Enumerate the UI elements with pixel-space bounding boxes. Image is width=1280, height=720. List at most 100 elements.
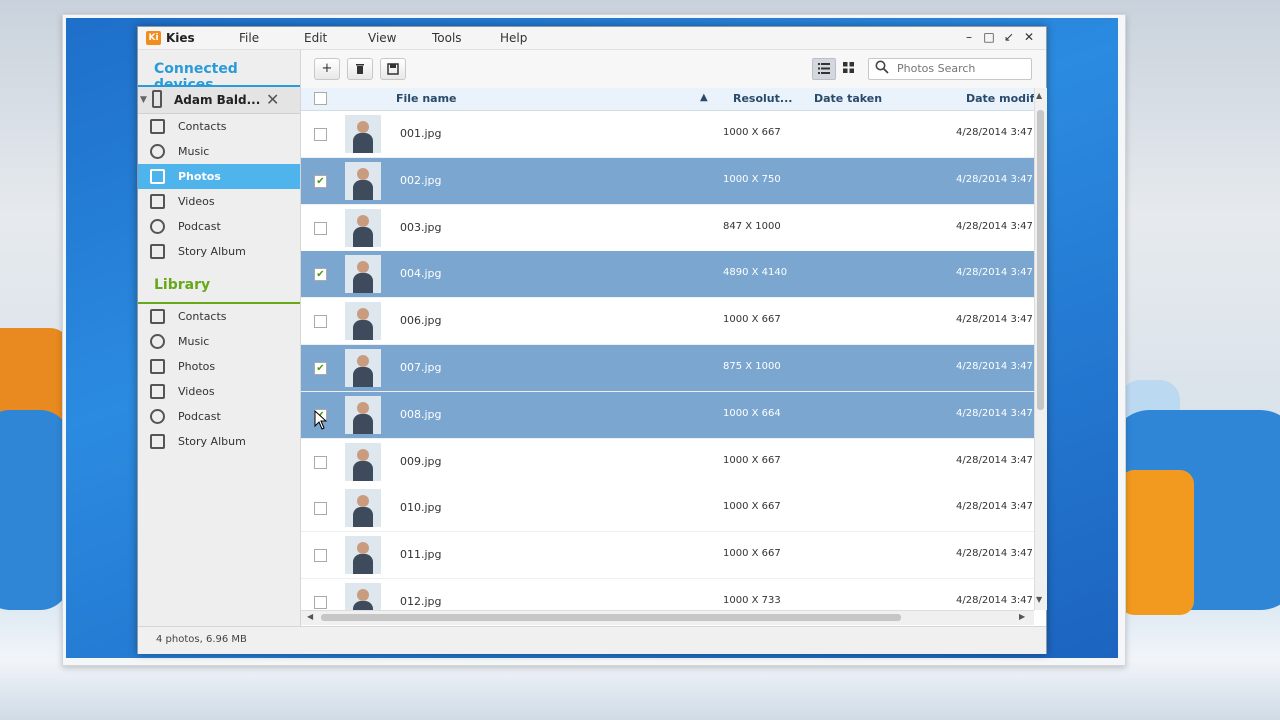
sidebar-item-library-contacts[interactable]: Contacts bbox=[138, 304, 300, 329]
photo-thumbnail[interactable] bbox=[345, 255, 381, 294]
sidebar-item-device-story-album[interactable]: Story Album bbox=[138, 239, 300, 264]
sidebar-item-device-photos[interactable]: Photos bbox=[138, 164, 300, 189]
sidebar-item-label: Contacts bbox=[178, 310, 227, 323]
podcast-icon bbox=[150, 219, 165, 234]
save-to-pc-button[interactable] bbox=[380, 58, 406, 80]
kies-logo-icon: Ki bbox=[146, 31, 161, 45]
grid-view-button[interactable] bbox=[837, 58, 859, 78]
add-button[interactable]: + bbox=[314, 58, 340, 80]
row-checkbox[interactable] bbox=[314, 549, 327, 563]
row-checkbox[interactable] bbox=[314, 128, 327, 141]
table-row[interactable]: ✔ 002.jpg 1000 X 750 4/28/2014 3:47: bbox=[301, 157, 1034, 205]
row-checkbox[interactable]: ✔ bbox=[314, 362, 327, 375]
sidebar-item-device-music[interactable]: Music bbox=[138, 139, 300, 164]
mouse-cursor-icon bbox=[314, 410, 328, 430]
table-row[interactable]: 006.jpg 1000 X 667 4/28/2014 3:47: bbox=[301, 298, 1034, 346]
mini-mode-icon[interactable]: ↙ bbox=[1001, 30, 1017, 44]
table-row[interactable]: 010.jpg 1000 X 667 4/28/2014 3:47: bbox=[301, 485, 1034, 533]
resolution-cell: 1000 X 667 bbox=[723, 454, 781, 466]
grid-view-icon bbox=[842, 62, 854, 73]
scroll-up-icon[interactable]: ▲ bbox=[1036, 91, 1042, 100]
table-row[interactable]: ✔ 008.jpg 1000 X 664 4/28/2014 3:47: bbox=[301, 391, 1034, 439]
row-checkbox[interactable]: ✔ bbox=[314, 174, 327, 188]
device-name: Adam Bald... bbox=[174, 93, 261, 107]
date-modified-cell: 4/28/2014 3:47: bbox=[956, 314, 1034, 326]
title-bar: Ki Kies File Edit View Tools Help – □ ↙ … bbox=[138, 27, 1046, 50]
menu-edit[interactable]: Edit bbox=[304, 31, 327, 45]
table-row[interactable]: 011.jpg 1000 X 667 4/28/2014 3:47: bbox=[301, 532, 1034, 580]
close-icon[interactable]: ✕ bbox=[1021, 30, 1037, 44]
table-row[interactable]: 001.jpg 1000 X 667 4/28/2014 3:47: bbox=[301, 111, 1034, 158]
photo-thumbnail[interactable] bbox=[345, 442, 381, 481]
menu-tools[interactable]: Tools bbox=[432, 31, 462, 45]
file-name-cell: 007.jpg bbox=[400, 361, 442, 374]
file-name-cell: 010.jpg bbox=[400, 501, 442, 515]
sidebar-item-label: Music bbox=[178, 335, 210, 348]
row-checkbox[interactable] bbox=[314, 221, 327, 235]
column-header-resolution[interactable]: Resolut... bbox=[733, 92, 792, 105]
scroll-right-icon[interactable]: ▶ bbox=[1019, 612, 1025, 621]
photo-thumbnail[interactable] bbox=[345, 489, 381, 528]
story-album-icon bbox=[150, 434, 165, 449]
menu-view[interactable]: View bbox=[368, 31, 396, 45]
scroll-left-icon[interactable]: ◀ bbox=[307, 612, 313, 621]
table-row[interactable]: 009.jpg 1000 X 667 4/28/2014 3:47: bbox=[301, 438, 1034, 486]
column-header-date-taken[interactable]: Date taken bbox=[814, 92, 882, 105]
photo-thumbnail[interactable] bbox=[345, 208, 381, 247]
date-modified-cell: 4/28/2014 3:47: bbox=[956, 407, 1034, 419]
select-all-checkbox[interactable] bbox=[314, 92, 327, 105]
sidebar-item-library-music[interactable]: Music bbox=[138, 329, 300, 354]
photo-thumbnail[interactable] bbox=[345, 161, 381, 200]
column-header-file-name[interactable]: File name bbox=[396, 92, 457, 105]
photo-thumbnail[interactable] bbox=[345, 302, 381, 341]
delete-button[interactable] bbox=[347, 58, 373, 80]
scroll-thumb[interactable] bbox=[1037, 110, 1044, 410]
search-input[interactable] bbox=[895, 61, 1029, 76]
sidebar-item-library-videos[interactable]: Videos bbox=[138, 379, 300, 404]
sidebar-item-device-videos[interactable]: Videos bbox=[138, 189, 300, 214]
sidebar-item-label: Podcast bbox=[178, 220, 221, 233]
photo-thumbnail[interactable] bbox=[345, 115, 381, 153]
row-checkbox[interactable]: ✔ bbox=[314, 268, 327, 282]
sidebar-item-library-story-album[interactable]: Story Album bbox=[138, 429, 300, 454]
list-view-button[interactable] bbox=[812, 58, 836, 80]
minimize-icon[interactable]: – bbox=[961, 30, 977, 44]
maximize-icon[interactable]: □ bbox=[981, 30, 997, 44]
table-row[interactable]: 012.jpg 1000 X 733 4/28/2014 3:47: bbox=[301, 579, 1034, 614]
menu-help[interactable]: Help bbox=[500, 31, 527, 45]
photo-thumbnail[interactable] bbox=[345, 349, 381, 387]
horizontal-scrollbar[interactable]: ◀ ▶ bbox=[301, 610, 1034, 625]
file-name-cell: 011.jpg bbox=[400, 548, 442, 562]
search-box[interactable] bbox=[868, 58, 1032, 80]
device-row[interactable]: ▼ Adam Bald... ✕ bbox=[138, 87, 300, 114]
scroll-thumb[interactable] bbox=[321, 614, 901, 621]
photos-icon bbox=[150, 359, 165, 374]
sidebar-item-device-podcast[interactable]: Podcast bbox=[138, 214, 300, 239]
status-text: 4 photos, 6.96 MB bbox=[156, 634, 247, 645]
sidebar-item-library-podcast[interactable]: Podcast bbox=[138, 404, 300, 429]
photo-thumbnail[interactable] bbox=[345, 395, 381, 434]
resolution-cell: 1000 X 667 bbox=[723, 501, 781, 513]
sidebar-item-device-contacts[interactable]: Contacts bbox=[138, 114, 300, 139]
sidebar-item-library-photos[interactable]: Photos bbox=[138, 354, 300, 379]
music-icon bbox=[150, 334, 165, 349]
table-row[interactable]: 003.jpg 847 X 1000 4/28/2014 3:47: bbox=[301, 204, 1034, 252]
row-checkbox[interactable] bbox=[314, 502, 327, 516]
vertical-scrollbar[interactable]: ▲ ▼ bbox=[1034, 88, 1047, 610]
scroll-down-icon[interactable]: ▼ bbox=[1036, 595, 1042, 604]
toolbar: + bbox=[301, 50, 1046, 89]
row-checkbox[interactable] bbox=[314, 596, 327, 609]
app-title: Kies bbox=[166, 31, 195, 45]
desktop-decoration bbox=[0, 410, 70, 610]
table-row[interactable]: ✔ 004.jpg 4890 X 4140 4/28/2014 3:47: bbox=[301, 251, 1034, 299]
sidebar-item-label: Videos bbox=[178, 385, 215, 398]
expand-arrow-icon[interactable]: ▼ bbox=[140, 95, 147, 105]
photo-thumbnail[interactable] bbox=[345, 536, 381, 575]
row-checkbox[interactable] bbox=[314, 315, 327, 329]
table-row[interactable]: ✔ 007.jpg 875 X 1000 4/28/2014 3:47: bbox=[301, 345, 1034, 392]
sort-ascending-icon[interactable]: ▲ bbox=[700, 92, 708, 103]
search-icon[interactable] bbox=[875, 60, 889, 78]
disconnect-close-icon[interactable]: ✕ bbox=[266, 90, 279, 109]
menu-file[interactable]: File bbox=[239, 31, 259, 45]
row-checkbox[interactable] bbox=[314, 455, 327, 469]
